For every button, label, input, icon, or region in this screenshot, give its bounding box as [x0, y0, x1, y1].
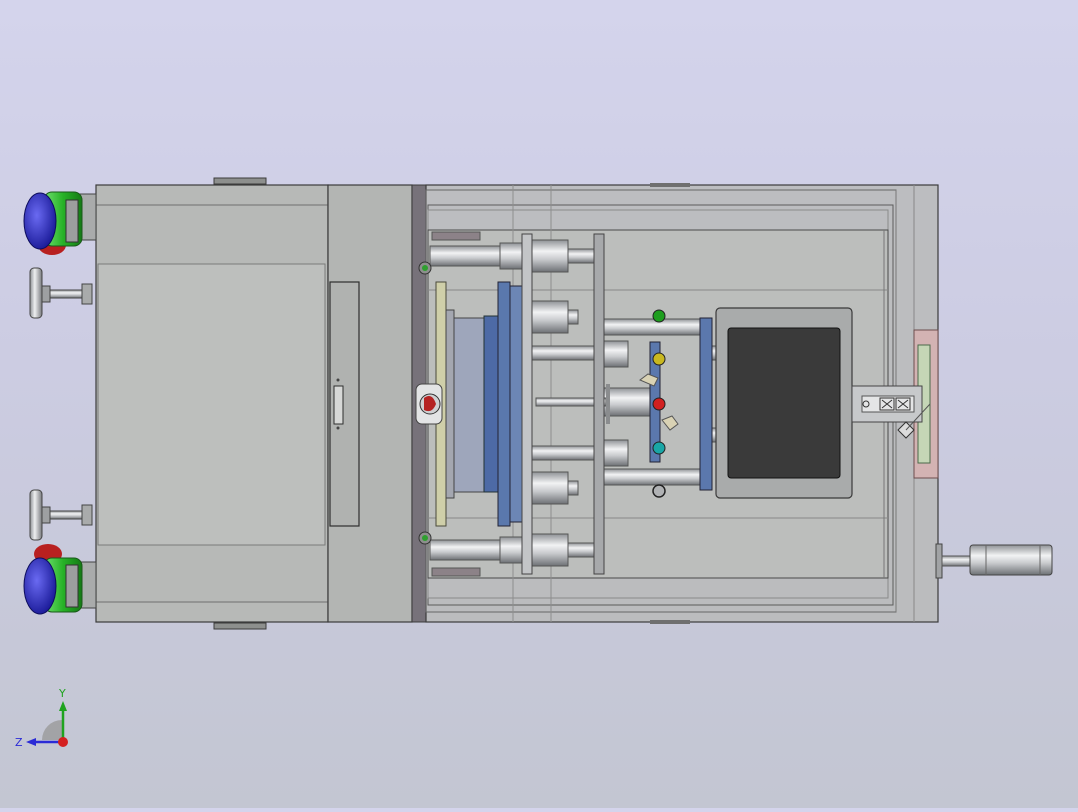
display-window	[715, 307, 853, 499]
machine-assembly-drawing	[23, 177, 1053, 630]
indicator-dark	[652, 484, 666, 498]
handwheel-bottom	[29, 489, 93, 541]
motor-bottom	[23, 544, 97, 615]
cad-viewport[interactable]	[0, 0, 1078, 808]
indicator-green	[652, 309, 666, 323]
access-panel	[327, 184, 413, 623]
indicator-red	[652, 397, 666, 411]
z-axis-label: Z	[15, 736, 23, 749]
triad-plane	[42, 720, 62, 740]
left-housing	[95, 177, 329, 630]
y-axis-arrow	[59, 701, 67, 711]
orientation-triad[interactable]: Y Z	[12, 685, 82, 755]
y-axis-label: Y	[58, 687, 66, 700]
linear-actuator	[935, 543, 1053, 579]
motor-top	[23, 191, 97, 255]
handwheel-top	[29, 267, 93, 319]
z-axis-arrow	[26, 738, 36, 746]
indicator-yellow	[652, 352, 666, 366]
x-axis-dot	[58, 737, 68, 747]
indicator-cyan	[652, 441, 666, 455]
